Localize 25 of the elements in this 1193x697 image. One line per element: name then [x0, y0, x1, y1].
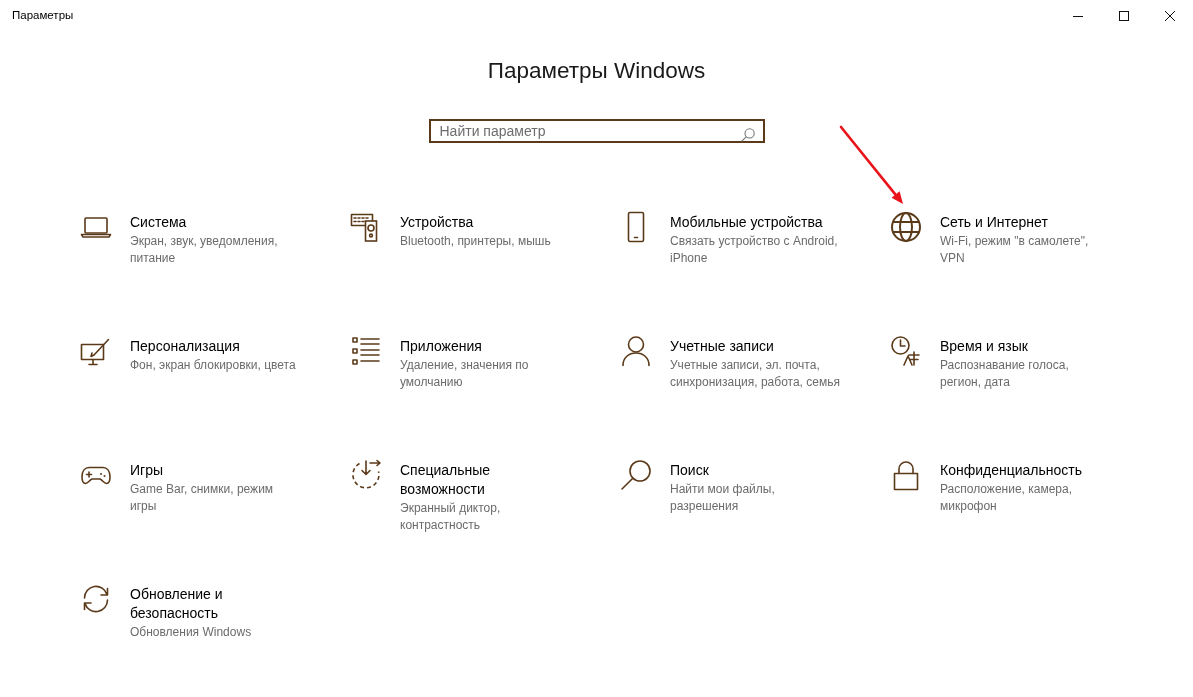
category-tile[interactable]: Время и язык Распознавание голоса, регион, дата	[890, 337, 1112, 391]
dashed-circle-icon	[350, 459, 382, 491]
category-tile[interactable]: Устройства Bluetooth, принтеры, мышь	[350, 213, 572, 250]
person-icon	[620, 335, 652, 367]
category-tile[interactable]: Конфиденциальность Расположение, камера, микрофон	[890, 461, 1112, 515]
close-icon	[1165, 11, 1175, 21]
category-tile[interactable]: Сеть и Интернет Wi-Fi, режим "в самолете", VPN	[890, 213, 1112, 267]
window-title: Параметры	[11, 8, 74, 24]
clock-icon	[890, 335, 922, 367]
category-tile[interactable]: Специальные возможности Экранный диктор, контрастность	[350, 461, 572, 534]
category-tile[interactable]: Персонализация Фон, экран блокировки, цвета	[80, 337, 302, 374]
category-tile[interactable]: Мобильные устройства Связать устройство с Android, iPhone	[620, 213, 842, 267]
category-tile[interactable]: Приложения Удаление, значения по умолчанию	[350, 337, 572, 391]
page-heading: Параметры Windows	[486, 57, 707, 85]
magnifier-icon	[620, 459, 652, 491]
list-icon	[350, 335, 382, 367]
maximize-icon	[1119, 11, 1129, 21]
category-tile[interactable]: Игры Game Bar, снимки, режим игры	[80, 461, 302, 515]
category-tile[interactable]: Система Экран, звук, уведомления, питание	[80, 213, 302, 267]
search-field[interactable]: Найти параметр	[428, 119, 765, 143]
category-tile[interactable]: Обновление и безопасность Обновления Windows	[80, 585, 302, 641]
search-icon	[740, 128, 755, 142]
globe-icon	[890, 211, 922, 243]
category-tile[interactable]: Поиск Найти мои файлы, разрешения	[620, 461, 842, 515]
category-tile[interactable]: Учетные записи Учетные записи, эл. почта, синхронизация, работа, семья	[620, 337, 842, 391]
